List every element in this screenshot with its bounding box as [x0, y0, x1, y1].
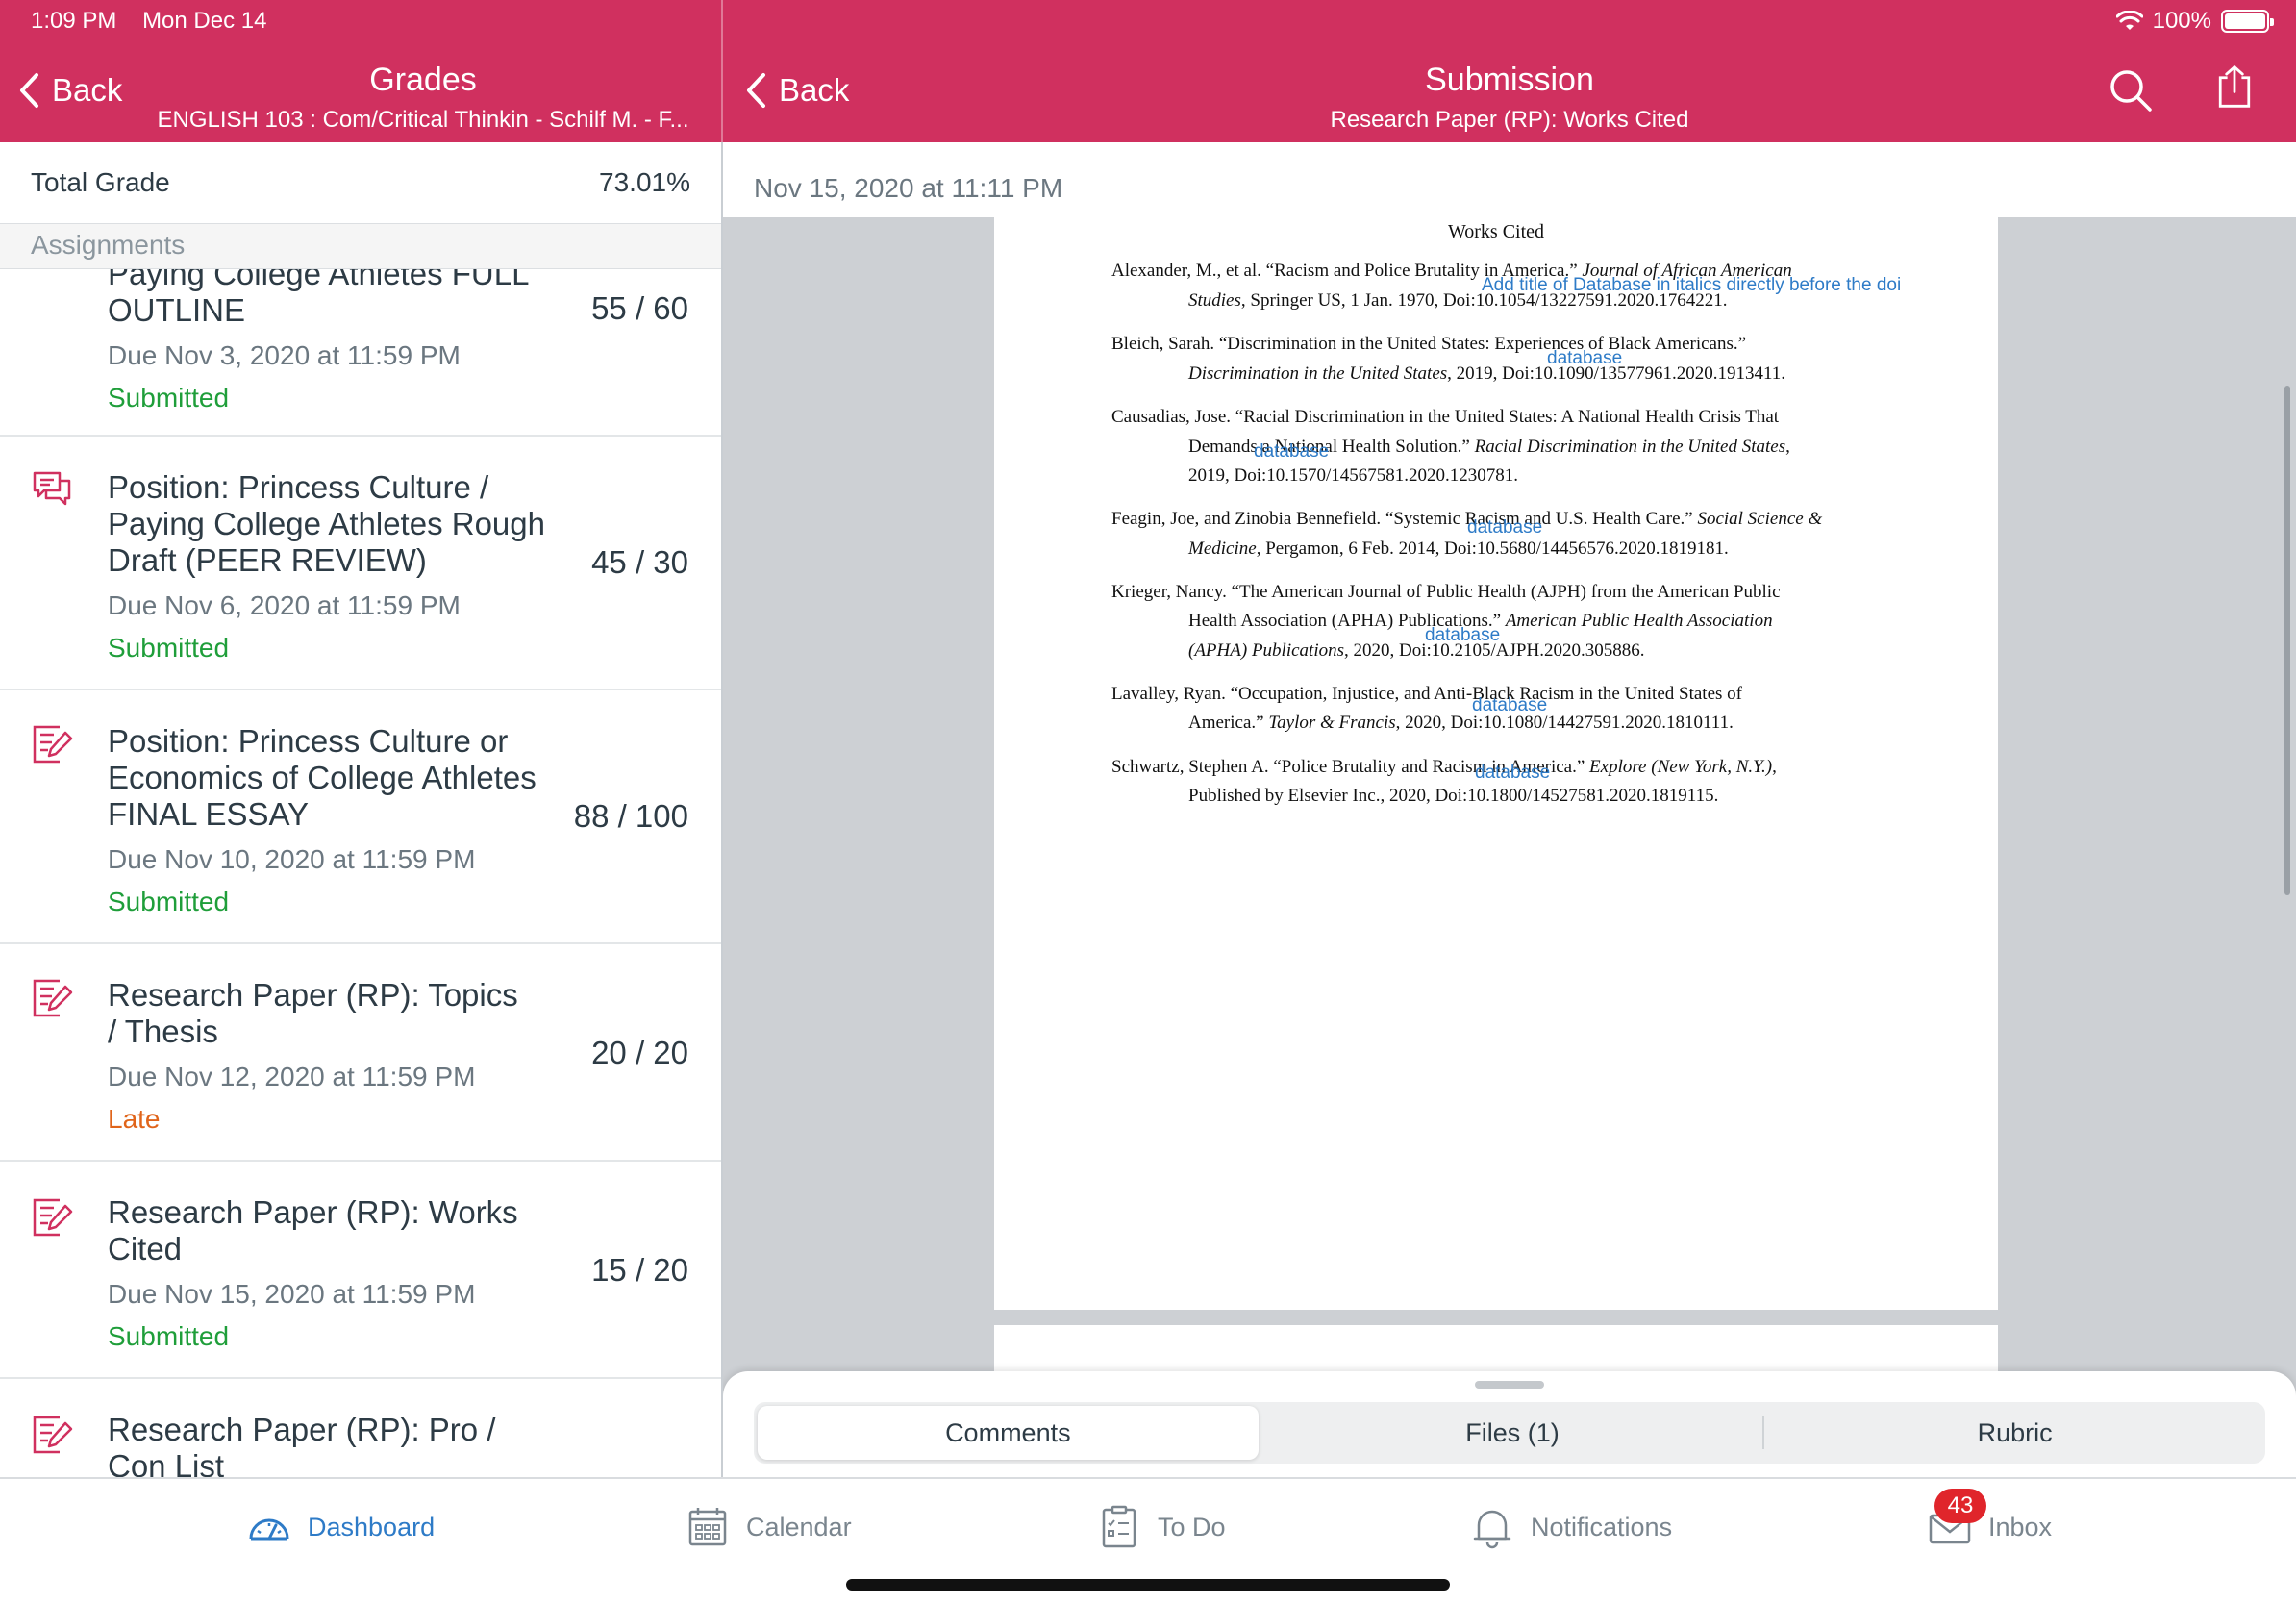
tab-rubric[interactable]: Rubric [1764, 1406, 2265, 1460]
citation-line: Bleich, Sarah. “Discrimination in the Un… [1111, 334, 1747, 354]
assignment-due: Due Nov 6, 2020 at 11:59 PM [108, 590, 461, 620]
status-time: 1:09 PM Mon Dec 14 [31, 8, 266, 35]
tab-calendar[interactable]: Calendar [685, 1504, 852, 1550]
assignment-title: Research Paper (RP): Works Cited [108, 1194, 518, 1266]
works-cited-heading: Works Cited [1447, 221, 1545, 242]
sheet-grabber[interactable] [1475, 1381, 1544, 1389]
list-item[interactable]: Position: Princess Culture / Paying Coll… [0, 437, 721, 690]
assignment-title: Research Paper (RP): Topics / Thesis [108, 977, 518, 1049]
assignment-status: Submitted [108, 1321, 230, 1351]
citation-line: Krieger, Nancy. “The American Journal of… [1111, 582, 1781, 602]
list-item[interactable]: Position: Princess Culture or Economics … [0, 690, 721, 944]
list-item[interactable]: Paying College Athletes FULL OUTLINE Due… [0, 269, 721, 437]
discussion-icon [33, 471, 71, 506]
assignment-due: Due Nov 10, 2020 at 11:59 PM [108, 844, 476, 874]
teacher-annotation[interactable]: database [1547, 348, 1622, 369]
citation-line: Schwartz, Stephen A. “Police Brutality a… [1111, 757, 1777, 777]
assignment-icon [33, 1416, 73, 1454]
submission-date: Nov 15, 2020 at 11:11 PM [754, 173, 1063, 203]
assignment-icon [33, 979, 73, 1017]
citation-line: (APHA) Publications, 2020, Doi:10.2105/A… [1188, 640, 1645, 661]
citation-line: Published by Elsevier Inc., 2020, Doi:10… [1188, 786, 1719, 806]
course-subtitle: ENGLISH 103 : Com/Critical Thinkin - Sch… [157, 107, 689, 133]
assignment-score: 55 / 60 [591, 290, 688, 326]
teacher-annotation[interactable]: database [1472, 695, 1547, 716]
assignment-score: 20 / 20 [591, 1035, 688, 1070]
submission-subtitle: Research Paper (RP): Works Cited [1330, 107, 1689, 133]
status-right: 100% [2115, 8, 2274, 35]
tab-files[interactable]: Files (1) [1262, 1406, 1763, 1460]
citation-line: Medicine, Pergamon, 6 Feb. 2014, Doi:10.… [1188, 539, 1729, 559]
assignment-due: Due Nov 12, 2020 at 11:59 PM [108, 1062, 476, 1091]
grades-panel: Total Grade 73.01% Assignments Paying Co… [0, 142, 721, 1477]
teacher-annotation[interactable]: database [1254, 441, 1329, 463]
list-item[interactable]: Research Paper (RP): Pro / Con List [0, 1379, 721, 1477]
left-nav-title: Grades ENGLISH 103 : Com/Critical Thinki… [135, 62, 711, 134]
document-page: Works Cited Alexander, M., et al. “Racis… [994, 217, 1998, 1310]
top-bar: 1:09 PM Mon Dec 14 100% Back Grades ENGL… [0, 0, 2296, 142]
assignment-title: Position: Princess Culture / Paying Coll… [108, 469, 545, 578]
citation-line: Lavalley, Ryan. “Occupation, Injustice, … [1111, 684, 1742, 704]
chevron-left-icon [20, 73, 38, 108]
citation-line: America.” Taylor & Francis, 2020, Doi:10… [1188, 713, 1734, 733]
total-grade-value: 73.01% [599, 167, 690, 197]
assignment-status: Submitted [108, 383, 230, 413]
teacher-annotation[interactable]: Add title of Database in italics directl… [1482, 275, 1901, 296]
submission-panel: Nov 15, 2020 at 11:11 PM Works Cited Ale… [723, 142, 2296, 1477]
teacher-annotation[interactable]: database [1467, 517, 1542, 539]
assignment-score: 88 / 100 [573, 798, 688, 834]
assignments-section-header: Assignments [0, 223, 721, 269]
citation-line: Causadias, Jose. “Racial Discrimination … [1111, 407, 1780, 427]
grades-title: Grades [369, 62, 477, 98]
dashboard-icon [249, 1518, 289, 1541]
assignment-status: Submitted [108, 887, 230, 916]
assignment-title: Research Paper (RP): Pro / Con List [108, 1412, 496, 1477]
assignment-due: Due Nov 3, 2020 at 11:59 PM [108, 340, 461, 370]
assignment-status: Late [108, 1104, 161, 1134]
citation-line: Discrimination in the United States, 201… [1188, 363, 1786, 384]
left-back-button[interactable]: Back [17, 71, 122, 110]
chevron-left-icon [747, 73, 765, 108]
assignment-due: Due Nov 15, 2020 at 11:59 PM [108, 1279, 476, 1309]
search-icon[interactable] [2108, 67, 2154, 113]
share-icon[interactable] [2211, 63, 2258, 110]
submission-title: Submission [1425, 62, 1594, 98]
assignment-title: Paying College Athletes FULL OUTLINE [108, 269, 529, 328]
battery-icon [2221, 10, 2274, 33]
tab-comments[interactable]: Comments [758, 1406, 1259, 1460]
assignment-score: 45 / 30 [591, 544, 688, 580]
document-scrollbar[interactable] [2284, 386, 2290, 895]
tab-todo[interactable]: To Do [1096, 1504, 1226, 1550]
tab-dashboard[interactable]: Dashboard [246, 1504, 435, 1550]
teacher-annotation[interactable]: database [1475, 763, 1550, 784]
tab-notifications[interactable]: Notifications [1469, 1504, 1672, 1550]
assignment-score: 15 / 20 [591, 1252, 688, 1288]
list-item[interactable]: Research Paper (RP): Topics / Thesis Due… [0, 944, 721, 1162]
citation-line: 2019, Doi:10.1570/14567581.2020.1230781. [1188, 465, 1519, 486]
bell-icon [1473, 1510, 1511, 1549]
assignment-list: Paying College Athletes FULL OUTLINE Due… [0, 269, 721, 1477]
right-nav-title: Submission Research Paper (RP): Works Ci… [1221, 62, 1798, 134]
calendar-icon [688, 1508, 727, 1546]
bottom-sheet: Comments Files (1) Rubric [723, 1371, 2296, 1477]
inbox-badge: 43 [1934, 1489, 1986, 1523]
list-item[interactable]: Research Paper (RP): Works Cited Due Nov… [0, 1162, 721, 1379]
document-viewer[interactable]: Works Cited Alexander, M., et al. “Racis… [723, 217, 2296, 1477]
todo-icon [1102, 1505, 1136, 1548]
total-grade-row: Total Grade 73.01% [0, 142, 721, 223]
assignment-status: Submitted [108, 633, 230, 663]
teacher-annotation[interactable]: database [1425, 625, 1500, 646]
assignment-title: Position: Princess Culture or Economics … [108, 723, 537, 832]
status-date: Mon Dec 14 [142, 8, 267, 34]
submission-tabs: Comments Files (1) Rubric [754, 1402, 2265, 1464]
home-indicator[interactable] [846, 1579, 1450, 1591]
right-back-button[interactable]: Back [744, 71, 849, 110]
assignment-icon [33, 1198, 73, 1237]
assignment-icon [33, 725, 73, 764]
wifi-icon [2115, 11, 2143, 30]
total-grade-label: Total Grade [31, 167, 170, 197]
tab-bar: Dashboard Calendar To Do Notifications I… [0, 1477, 2296, 1604]
battery-percent: 100% [2152, 8, 2211, 34]
clock: 1:09 PM [31, 8, 117, 34]
